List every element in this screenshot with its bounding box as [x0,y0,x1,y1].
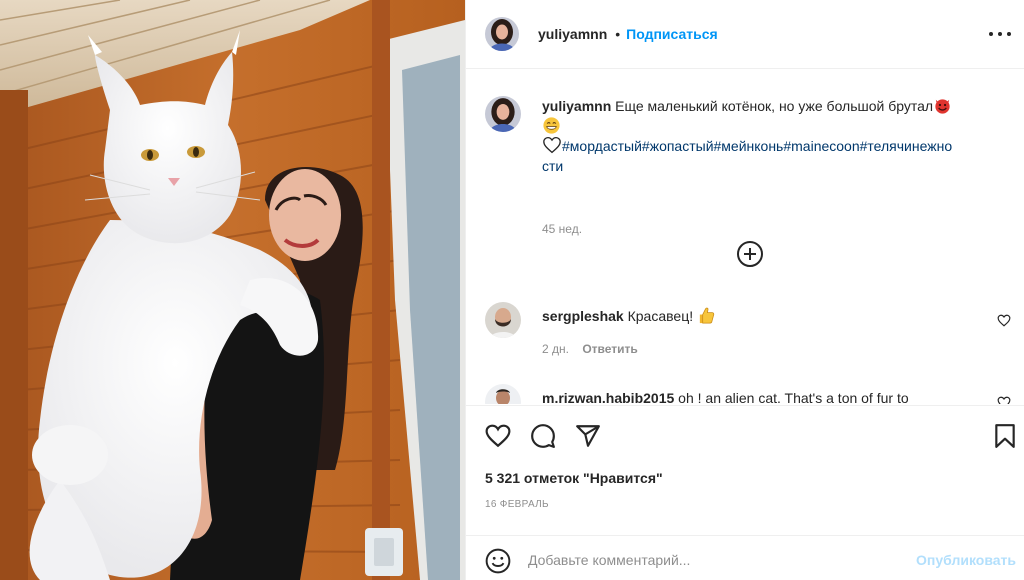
smiling-devil-emoji [935,99,950,114]
comment-username[interactable]: sergpleshak [542,308,624,324]
separator-dot: • [615,26,621,42]
post-photo[interactable] [0,0,465,580]
author-avatar[interactable] [485,17,519,51]
comment-text: Красавец! [627,308,694,324]
emoji-smiley-icon[interactable] [485,548,511,574]
comment-text-line: m.rizwan.habib2015 oh ! an alien cat. Th… [542,388,972,404]
caption-username[interactable]: yuliyamnn [542,98,611,114]
caption-text: Еще маленький котёнок, но уже большой бр… [615,98,934,114]
comment-like-heart-icon[interactable] [997,396,1011,404]
follow-button[interactable]: Подписаться [626,26,718,42]
caption-body: yuliyamnn Еще маленький котёнок, но уже … [542,96,1017,176]
publish-button[interactable]: Опубликовать [916,552,1016,568]
add-comment-bar: Опубликовать [466,535,1024,580]
more-horizontal-icon[interactable] [989,24,1011,44]
post-details-panel: yuliyamnn • Подписаться yuliyamnn Еще ма… [465,0,1024,580]
plus-circle-icon[interactable] [736,240,764,268]
white-heart-emoji [543,136,561,154]
share-paper-plane-icon[interactable] [575,423,601,449]
comment-input[interactable] [528,548,888,572]
commenter-avatar[interactable] [485,384,521,404]
post-date[interactable]: 16 ФЕВРАЛЬ [485,499,549,510]
cat-photo-illustration [0,0,465,580]
commenter-avatar[interactable] [485,302,521,338]
post-header: yuliyamnn • Подписаться [466,0,1024,69]
comment-like-heart-icon[interactable] [997,314,1011,327]
bookmark-icon[interactable] [992,423,1018,449]
comment-username[interactable]: m.rizwan.habib2015 [542,390,674,404]
post-actions: 5 321 отметок "Нравится" 16 ФЕВРАЛЬ [466,405,1024,535]
comments-section[interactable]: yuliyamnn Еще маленький котёнок, но уже … [466,70,1024,404]
comment-time[interactable]: 2 дн. [542,342,569,356]
caption-hashtags-line1[interactable]: #мордастый#жопастый#мейнконь#mainecoon#т… [562,138,952,154]
comment-text: oh ! an alien cat. That's a ton of fur t… [678,390,909,404]
grinning-emoji [543,117,560,134]
comment-text-line: sergpleshak Красавец! [542,306,972,326]
caption-avatar[interactable] [485,96,521,132]
heart-icon[interactable] [485,423,511,449]
thumbs-up-emoji [699,307,715,324]
comment-bubble-icon[interactable] [530,423,556,449]
caption-time[interactable]: 45 нед. [542,222,582,236]
comment-meta: 2 дн. Ответить [542,342,638,356]
likes-count[interactable]: 5 321 отметок "Нравится" [485,470,663,486]
caption-hashtags-line2[interactable]: сти [542,158,563,174]
author-username[interactable]: yuliyamnn [538,26,607,42]
reply-button[interactable]: Ответить [582,342,637,356]
